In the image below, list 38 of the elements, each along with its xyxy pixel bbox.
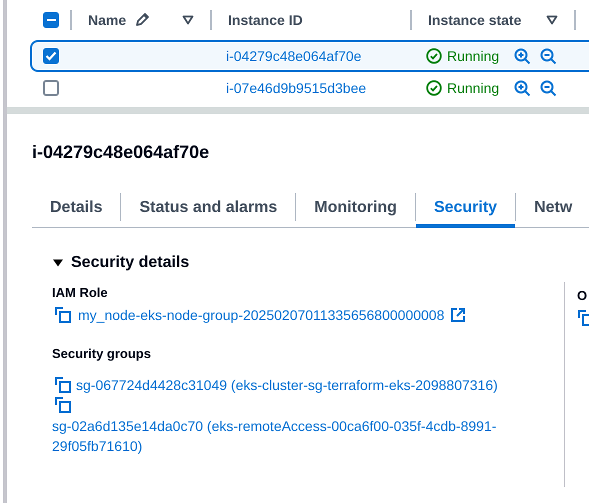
zoom-out-icon[interactable]	[540, 80, 558, 96]
instance-state: Running	[447, 48, 500, 64]
column-header[interactable]: Name	[88, 12, 126, 28]
tab[interactable]: Netw	[516, 188, 574, 228]
pencil-icon	[134, 12, 150, 28]
copy-icon[interactable]	[54, 396, 72, 414]
table-row[interactable]: i-04279c48e064af70e Running	[30, 40, 589, 72]
instance-state: Running	[447, 80, 500, 96]
external-link-icon[interactable]	[450, 307, 466, 323]
instance-id-link[interactable]: i-04279c48e064af70e	[226, 48, 362, 64]
field-label: Security groups	[52, 346, 152, 361]
field-label: IAM Role	[52, 285, 109, 300]
copy-icon[interactable]	[54, 306, 72, 324]
security-group-link[interactable]: sg-02a6d135e14da0c70 (eks-remoteAccess-00ca6f00-035f-4cdb-8991-29f05fb71610)	[52, 416, 542, 456]
instance-id-link[interactable]: i-07e46d9b9515d3bee	[226, 80, 366, 96]
zoom-out-icon[interactable]	[540, 48, 558, 64]
row-checkbox[interactable]	[43, 48, 59, 64]
table-row[interactable]: i-07e46d9b9515d3bee Running	[30, 72, 589, 104]
zoom-in-icon[interactable]	[514, 80, 532, 96]
tab[interactable]: Details	[32, 188, 120, 228]
column-header[interactable]: Instance ID	[228, 12, 303, 28]
iam-role-link[interactable]: my_node-eks-node-group-20250207011335656800000008	[78, 307, 444, 323]
field-label: O	[577, 288, 588, 303]
copy-icon[interactable]	[54, 376, 72, 394]
caret-down-icon[interactable]	[546, 15, 558, 25]
zoom-in-icon[interactable]	[514, 48, 532, 64]
select-all-checkbox[interactable]	[43, 12, 59, 28]
tab[interactable]: Status and alarms	[121, 188, 296, 228]
caret-down-icon[interactable]	[52, 258, 64, 268]
security-group-link[interactable]: sg-067724d4428c31049 (eks-cluster-sg-terraform-eks-2098807316)	[76, 375, 498, 395]
section-title[interactable]: Security details	[71, 254, 190, 272]
tab[interactable]: Security	[416, 188, 516, 228]
caret-down-icon[interactable]	[182, 15, 194, 25]
tab[interactable]: Monitoring	[296, 188, 415, 228]
horizontal-scrollbar[interactable]	[7, 107, 589, 114]
row-checkbox[interactable]	[43, 80, 59, 96]
column-header[interactable]: Instance state	[428, 12, 522, 28]
instance-title: i-04279c48e064af70e	[32, 142, 210, 163]
